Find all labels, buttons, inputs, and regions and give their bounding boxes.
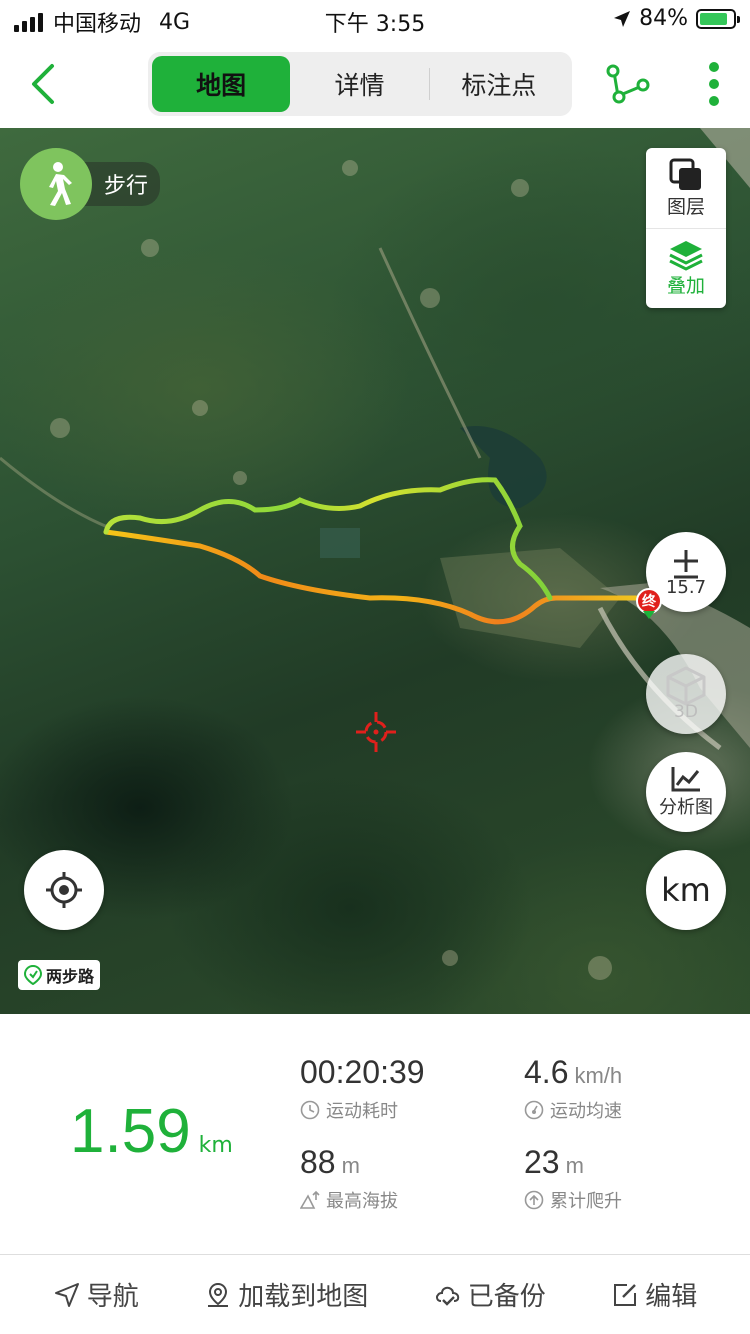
load-to-map-button[interactable]: 加载到地图 [204,1276,368,1313]
clock-icon [300,1100,320,1120]
edit-pencil-icon [614,1283,637,1306]
battery-percent: 84% [639,6,688,31]
duration-value: 00:20:39 [300,1054,425,1090]
route-share-icon[interactable] [604,64,650,104]
map-pin-icon [208,1282,229,1307]
layers-icon [669,158,701,190]
track-stats: 1.59 km 00:20:39 运动耗时 4.6 km/h 运动均速 88 m 最… [0,1014,750,1254]
tab-details-label: 详情 [334,71,385,100]
unit-toggle-button[interactable]: km [646,850,726,930]
load-to-map-label: 加载到地图 [238,1282,369,1312]
navigate-label: 导航 [86,1282,139,1312]
edit-button[interactable]: 编辑 [611,1276,697,1313]
layers-label: 图层 [666,195,705,218]
stat-duration: 00:20:39 运动耗时 [300,1054,425,1123]
unit-label: km [661,871,711,909]
total-climb-value: 23 [524,1144,560,1180]
satellite-map[interactable]: 步行 图层 叠加 15.7 3D 分析图 km 终 两步路 [0,128,750,1014]
climb-up-icon [524,1190,544,1210]
view-tabs: 地图 详情 标注点 [148,52,572,116]
tab-waypoints[interactable]: 标注点 [430,56,568,112]
avg-speed-label: 运动均速 [550,1101,622,1122]
3d-label: 3D [674,702,698,722]
tab-map-label: 地图 [196,71,247,100]
location-arrow-icon [614,10,631,27]
status-bar: 中国移动 4G 下午 3:55 84% [0,0,750,40]
avg-speed-value: 4.6 [524,1054,569,1090]
map-terrain-and-track [0,128,750,980]
backup-status-button[interactable]: 已备份 [434,1276,546,1313]
brand-pin-icon [24,965,42,985]
navigation-arrow-icon [54,1282,79,1307]
tab-waypoints-label: 标注点 [461,71,537,100]
top-nav: 地图 详情 标注点 [0,40,750,128]
activity-mode[interactable]: 步行 [20,148,161,220]
analysis-label: 分析图 [659,797,713,818]
brand-name: 两步路 [46,967,95,986]
mountain-peak-icon [300,1190,320,1209]
max-altitude-label: 最高海拔 [326,1191,398,1212]
walking-icon [20,148,92,220]
zoom-level: 15.7 [665,576,707,598]
analysis-chart-button[interactable]: 分析图 [646,752,726,832]
avg-speed-unit: km/h [574,1063,623,1088]
layer-panel: 图层 叠加 [646,148,726,308]
speedometer-icon [524,1100,544,1120]
stat-avg-speed: 4.6 km/h 运动均速 [524,1054,622,1123]
cube-icon [666,666,706,706]
duration-label: 运动耗时 [326,1101,398,1122]
tab-details[interactable]: 详情 [290,56,428,112]
total-distance: 1.59 km [70,1096,233,1167]
overlay-label: 叠加 [666,275,705,297]
locate-me-button[interactable] [24,850,104,930]
stat-total-climb: 23 m 累计爬升 [524,1144,622,1213]
distance-unit: km [198,1133,233,1158]
3d-view-button[interactable]: 3D [646,654,726,734]
cloud-check-icon [435,1286,459,1306]
line-chart-icon [671,767,700,792]
overlay-button[interactable]: 叠加 [646,228,726,308]
more-options-icon[interactable] [702,60,726,108]
battery-icon [696,8,740,29]
zoom-in-icon [674,549,698,578]
layers-button[interactable]: 图层 [646,148,726,228]
backup-label: 已备份 [467,1282,546,1312]
max-altitude-value: 88 [300,1144,336,1180]
crosshair-locate-icon [46,872,82,908]
total-climb-unit: m [565,1153,584,1178]
edit-label: 编辑 [645,1282,698,1312]
overlay-stack-icon [669,241,703,271]
end-marker-label: 终 [642,594,656,610]
end-point-marker[interactable]: 终 [636,588,662,620]
tab-map[interactable]: 地图 [152,56,291,112]
clock: 下午 3:55 [324,12,426,37]
map-center-crosshair-icon [356,712,396,752]
brand-logo: 两步路 [18,960,101,990]
navigate-button[interactable]: 导航 [53,1276,139,1313]
action-bar: 导航 加载到地图 已备份 编辑 [0,1254,750,1334]
max-altitude-unit: m [341,1153,360,1178]
distance-value: 1.59 [70,1097,191,1166]
back-arrow-icon[interactable] [26,62,62,106]
stat-max-altitude: 88 m 最高海拔 [300,1144,398,1213]
total-climb-label: 累计爬升 [550,1191,622,1212]
